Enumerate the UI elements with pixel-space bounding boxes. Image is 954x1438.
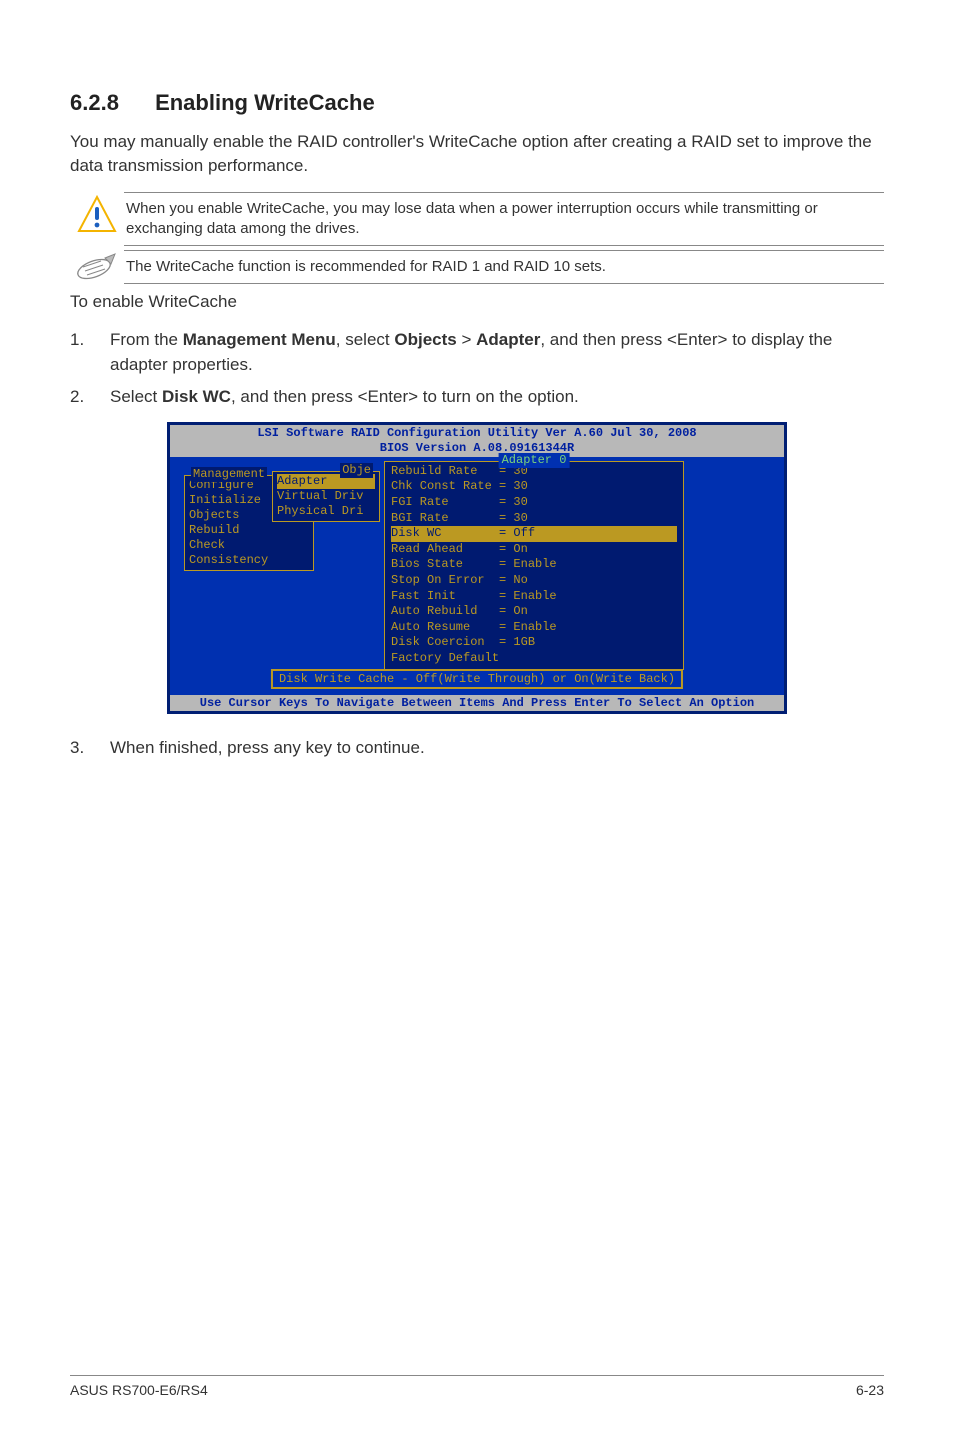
intro-paragraph: You may manually enable the RAID control… <box>70 130 884 178</box>
step-number: 2. <box>70 385 110 410</box>
procedure-list: 1. From the Management Menu, select Obje… <box>70 328 884 410</box>
warning-icon <box>70 192 124 236</box>
text-bold: Objects <box>394 330 456 349</box>
prop-disk-wc[interactable]: Disk WC = Off <box>391 526 677 542</box>
text-bold: Adapter <box>476 330 540 349</box>
step-1: 1. From the Management Menu, select Obje… <box>70 328 884 377</box>
menu-item-physical-drive[interactable]: Physical Dri <box>277 504 375 519</box>
text-fragment: , select <box>336 330 395 349</box>
prop-fgi-rate[interactable]: FGI Rate = 30 <box>391 495 677 511</box>
bios-screenshot: LSI Software RAID Configuration Utility … <box>167 422 787 714</box>
step-number: 1. <box>70 328 110 377</box>
section-title: Enabling WriteCache <box>155 90 375 115</box>
text-fragment: From the <box>110 330 183 349</box>
text-fragment: > <box>457 330 476 349</box>
objects-submenu-label: Obje <box>340 463 373 478</box>
bios-title-line1: LSI Software RAID Configuration Utility … <box>170 426 784 441</box>
text-fragment: Select <box>110 387 162 406</box>
prop-read-ahead[interactable]: Read Ahead = On <box>391 542 677 558</box>
prop-auto-rebuild[interactable]: Auto Rebuild = On <box>391 604 677 620</box>
menu-item-rebuild[interactable]: Rebuild <box>189 523 309 538</box>
section-number: 6.2.8 <box>70 90 119 116</box>
prop-bgi-rate[interactable]: BGI Rate = 30 <box>391 511 677 527</box>
prop-bios-state[interactable]: Bios State = Enable <box>391 557 677 573</box>
note-icon <box>70 250 124 286</box>
management-menu-label: Management <box>191 467 267 482</box>
warning-text: When you enable WriteCache, you may lose… <box>124 192 884 247</box>
adapter-panel-label: Adapter 0 <box>499 453 570 469</box>
menu-item-virtual-drive[interactable]: Virtual Driv <box>277 489 375 504</box>
warning-callout: When you enable WriteCache, you may lose… <box>70 192 884 247</box>
footer-right: 6-23 <box>856 1382 884 1398</box>
prop-fast-init[interactable]: Fast Init = Enable <box>391 589 677 605</box>
section-heading: 6.2.8 Enabling WriteCache <box>70 90 884 116</box>
bios-footer-bar: Use Cursor Keys To Navigate Between Item… <box>170 695 784 711</box>
bios-body: Management Configure Initialize Objects … <box>170 457 784 695</box>
prop-factory-default[interactable]: Factory Default <box>391 651 677 667</box>
prop-chk-const-rate[interactable]: Chk Const Rate = 30 <box>391 479 677 495</box>
prop-auto-resume[interactable]: Auto Resume = Enable <box>391 620 677 636</box>
step-3: 3. When finished, press any key to conti… <box>70 736 884 761</box>
prop-disk-coercion[interactable]: Disk Coercion = 1GB <box>391 635 677 651</box>
procedure-list-continued: 3. When finished, press any key to conti… <box>70 736 884 761</box>
step-number: 3. <box>70 736 110 761</box>
menu-item-check-consistency[interactable]: Check Consistency <box>189 538 309 568</box>
page-footer: ASUS RS700-E6/RS4 6-23 <box>70 1375 884 1398</box>
note-text: The WriteCache function is recommended f… <box>124 250 884 284</box>
step-text: From the Management Menu, select Objects… <box>110 328 884 377</box>
text-fragment: , and then press <Enter> to turn on the … <box>231 387 579 406</box>
procedure-lead: To enable WriteCache <box>70 290 884 314</box>
step-text: Select Disk WC, and then press <Enter> t… <box>110 385 884 410</box>
prop-stop-on-error[interactable]: Stop On Error = No <box>391 573 677 589</box>
text-bold: Management Menu <box>183 330 336 349</box>
bios-title-bar: LSI Software RAID Configuration Utility … <box>170 425 784 457</box>
bios-title-line2: BIOS Version A.08.09161344R <box>170 441 784 456</box>
footer-left: ASUS RS700-E6/RS4 <box>70 1382 208 1398</box>
note-callout: The WriteCache function is recommended f… <box>70 250 884 286</box>
step-2: 2. Select Disk WC, and then press <Enter… <box>70 385 884 410</box>
bios-hint-box: Disk Write Cache - Off(Write Through) or… <box>271 669 683 689</box>
step-text: When finished, press any key to continue… <box>110 736 884 761</box>
objects-submenu[interactable]: Obje Adapter Virtual Driv Physical Dri <box>272 471 380 522</box>
adapter-properties-panel[interactable]: Adapter 0 Rebuild Rate = 30 Chk Const Ra… <box>384 461 684 670</box>
text-bold: Disk WC <box>162 387 231 406</box>
